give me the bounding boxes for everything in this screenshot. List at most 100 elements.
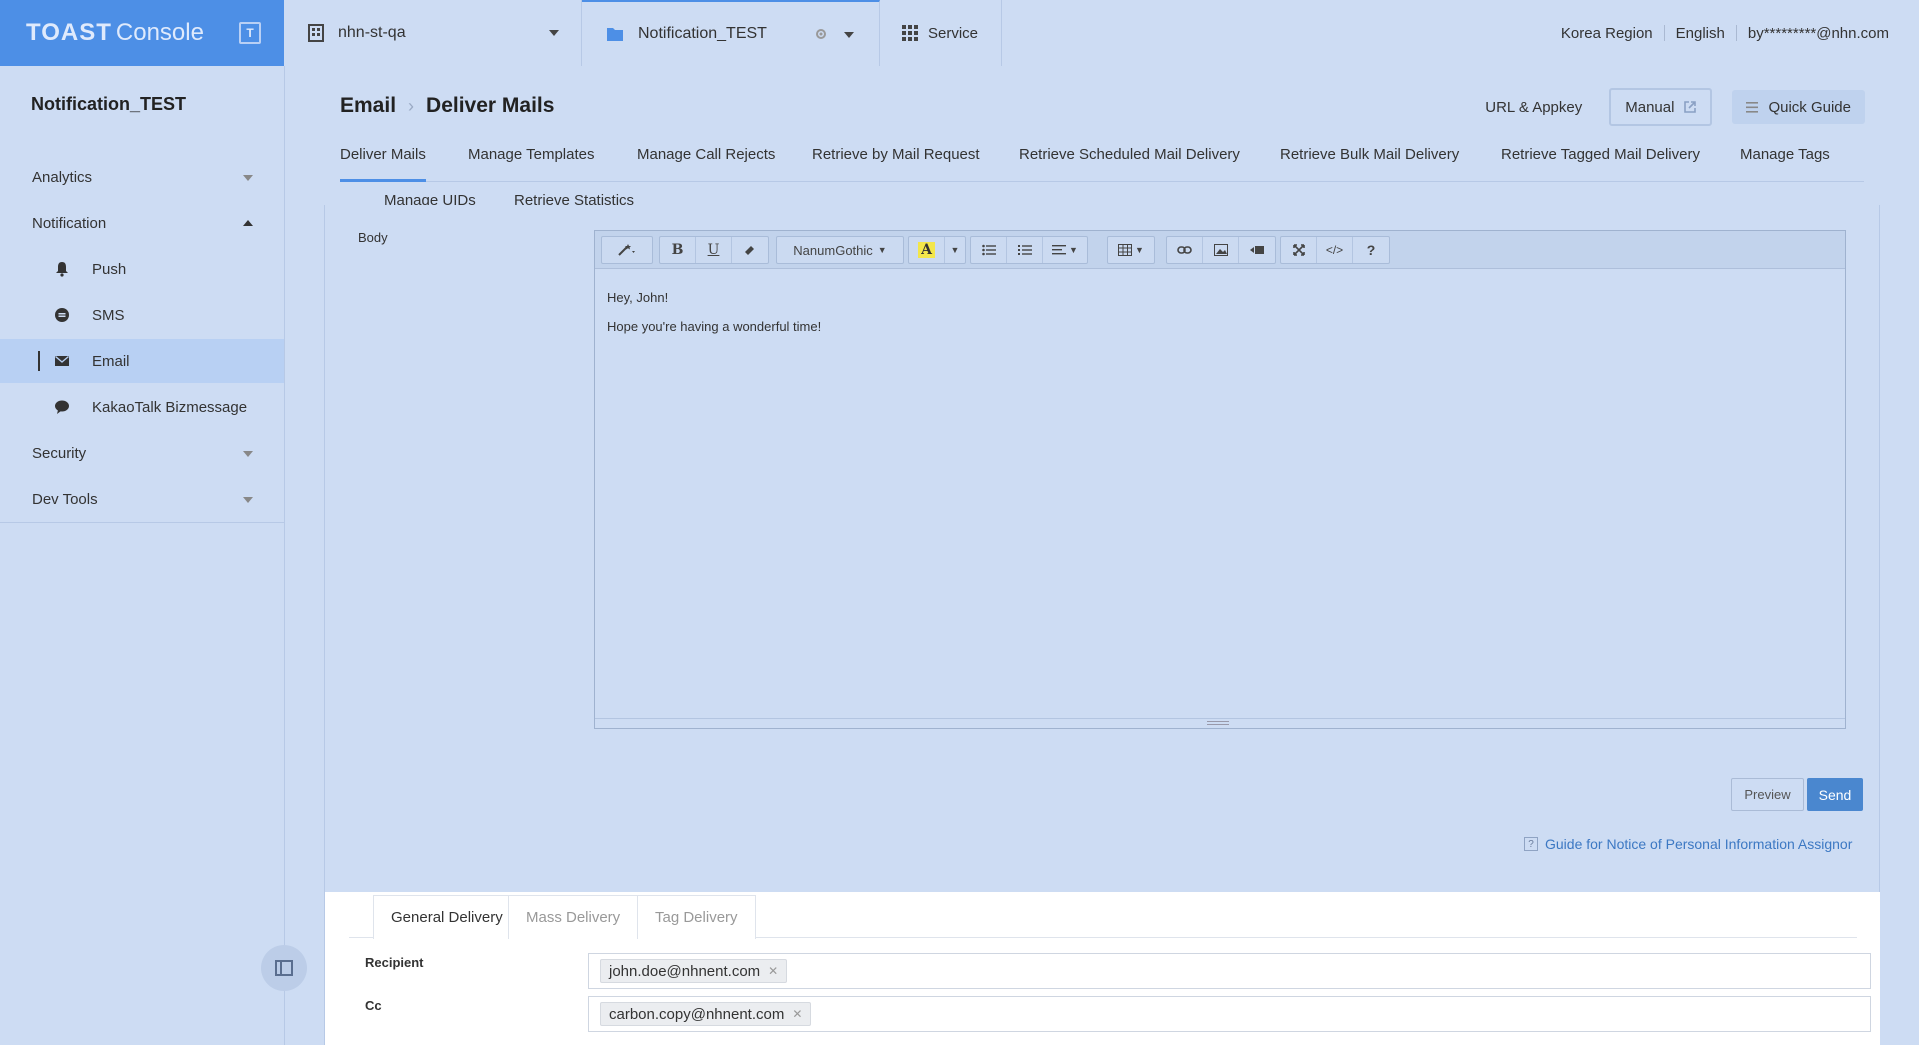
cc-chip: carbon.copy@nhnent.com ✕ xyxy=(600,1002,812,1026)
service-label: Service xyxy=(928,24,979,42)
preview-button[interactable]: Preview xyxy=(1731,778,1804,811)
recipient-input[interactable]: john.doe@nhnent.com ✕ xyxy=(588,953,1871,989)
language-selector[interactable]: English xyxy=(1676,25,1725,42)
link-icon[interactable] xyxy=(1167,237,1203,263)
delivery-section: General Delivery Mass Delivery Tag Deliv… xyxy=(324,892,1880,1045)
magic-wand-icon xyxy=(618,244,635,256)
magic-style-button[interactable] xyxy=(602,237,652,263)
bell-icon xyxy=(56,262,68,277)
text-color-button[interactable]: A xyxy=(909,237,945,263)
table-group: ▼ xyxy=(1107,236,1155,264)
top-right-menu: Korea Region English by*********@nhn.com xyxy=(1561,0,1889,66)
active-indicator xyxy=(38,351,40,371)
underline-button[interactable]: U xyxy=(696,237,732,263)
page-title: Deliver Mails xyxy=(426,94,555,117)
remove-icon[interactable]: ✕ xyxy=(792,1007,802,1021)
color-dropdown-button[interactable]: ▼ xyxy=(945,237,965,263)
editor-toolbar: B U NanumGothic ▼ A ▼ ▼ ▼ </> ? xyxy=(595,231,1845,269)
sidebar-item-notification[interactable]: Notification xyxy=(0,201,284,245)
sidebar-item-sms[interactable]: SMS xyxy=(0,293,284,337)
chevron-down-icon xyxy=(549,30,559,36)
url-appkey-link[interactable]: URL & Appkey xyxy=(1485,99,1582,116)
quick-guide-button[interactable]: Quick Guide xyxy=(1732,90,1865,124)
sidebar-item-label: KakaoTalk Bizmessage xyxy=(92,398,248,416)
help-icon: ? xyxy=(1524,837,1538,851)
highlight-a-icon: A xyxy=(918,242,935,258)
recipient-label: Recipient xyxy=(365,955,424,970)
code-view-icon[interactable]: </> xyxy=(1317,237,1353,263)
image-icon[interactable] xyxy=(1203,237,1239,263)
table-insert-button[interactable]: ▼ xyxy=(1108,237,1154,263)
bold-button[interactable]: B xyxy=(660,237,696,263)
tab-manage-call-rejects[interactable]: Manage Call Rejects xyxy=(637,146,775,182)
cc-input[interactable]: carbon.copy@nhnent.com ✕ xyxy=(588,996,1871,1032)
brand-logo: TOAST xyxy=(26,19,112,46)
org-switch-icon[interactable]: T xyxy=(239,22,261,44)
message-icon xyxy=(55,308,69,322)
org-selector[interactable]: nhn-st-qa xyxy=(284,0,582,66)
sidebar-item-label: Push xyxy=(92,260,127,278)
sidebar-item-label: Notification xyxy=(32,214,107,232)
top-bar: TOAST Console T nhn-st-qa Notification_T… xyxy=(0,0,1919,66)
chevron-down-icon xyxy=(243,497,253,503)
align-dropdown-button[interactable]: ▼ xyxy=(1043,237,1087,263)
font-group: NanumGothic ▼ xyxy=(776,236,904,264)
tab-retrieve-scheduled[interactable]: Retrieve Scheduled Mail Delivery xyxy=(1019,146,1240,182)
manual-button[interactable]: Manual xyxy=(1609,88,1713,126)
sidebar-item-email[interactable]: Email xyxy=(0,339,284,383)
remove-icon[interactable]: ✕ xyxy=(768,964,778,978)
chevron-right-icon: › xyxy=(408,95,415,116)
sidebar-collapse-button[interactable] xyxy=(261,945,307,991)
table-icon xyxy=(1118,244,1133,256)
brand[interactable]: TOAST Console T xyxy=(0,0,284,66)
tab-retrieve-tagged[interactable]: Retrieve Tagged Mail Delivery xyxy=(1501,146,1700,182)
sidebar-item-dev-tools[interactable]: Dev Tools xyxy=(0,477,284,521)
sidebar-item-label: Analytics xyxy=(32,168,93,186)
cc-label: Cc xyxy=(365,998,382,1013)
guide-link[interactable]: ? Guide for Notice of Personal Informati… xyxy=(1524,836,1852,852)
chat-bubble-icon xyxy=(55,400,69,414)
brand-console: Console xyxy=(115,19,204,46)
sidebar-item-kakaotalk[interactable]: KakaoTalk Bizmessage xyxy=(0,385,284,429)
sidebar-item-analytics[interactable]: Analytics xyxy=(0,155,284,199)
tab-tag-delivery[interactable]: Tag Delivery xyxy=(637,895,756,939)
fullscreen-icon[interactable] xyxy=(1281,237,1317,263)
sidebar-item-security[interactable]: Security xyxy=(0,431,284,475)
help-icon[interactable]: ? xyxy=(1353,237,1389,263)
send-button[interactable]: Send xyxy=(1807,778,1863,811)
chip-label: john.doe@nhnent.com xyxy=(609,962,761,980)
editor-resize-handle[interactable] xyxy=(595,718,1845,728)
tab-manage-tags[interactable]: Manage Tags xyxy=(1740,146,1830,182)
chevron-up-icon xyxy=(243,220,253,226)
tab-retrieve-by-mail-request[interactable]: Retrieve by Mail Request xyxy=(812,146,980,182)
bullet-list-icon[interactable] xyxy=(971,237,1007,263)
sidebar-item-push[interactable]: Push xyxy=(0,247,284,291)
service-menu[interactable]: Service xyxy=(880,0,1002,66)
tab-general-delivery[interactable]: General Delivery xyxy=(373,895,521,939)
breadcrumb-root[interactable]: Email xyxy=(340,94,396,118)
numbered-list-icon[interactable] xyxy=(1007,237,1043,263)
breadcrumb: Email › Deliver Mails xyxy=(340,94,554,118)
panel-collapse-icon xyxy=(275,960,293,976)
body-line: Hope you're having a wonderful time! xyxy=(607,319,822,334)
font-family-select[interactable]: NanumGothic ▼ xyxy=(777,237,903,263)
eraser-icon[interactable] xyxy=(732,237,768,263)
tab-deliver-mails[interactable]: Deliver Mails xyxy=(340,146,426,182)
project-selector[interactable]: Notification_TEST xyxy=(582,0,880,66)
sidebar-project-title: Notification_TEST xyxy=(31,94,187,114)
tab-mass-delivery[interactable]: Mass Delivery xyxy=(508,895,639,939)
tab-retrieve-bulk[interactable]: Retrieve Bulk Mail Delivery xyxy=(1280,146,1459,182)
style-group xyxy=(601,236,653,264)
tab-manage-templates[interactable]: Manage Templates xyxy=(468,146,594,182)
editor-content[interactable]: Hey, John! Hope you're having a wonderfu… xyxy=(607,283,821,341)
chevron-down-icon[interactable] xyxy=(844,32,854,38)
region-selector[interactable]: Korea Region xyxy=(1561,25,1653,42)
sidebar-item-label: SMS xyxy=(92,306,125,324)
list-icon xyxy=(1746,101,1759,113)
chevron-down-icon xyxy=(243,451,253,457)
video-icon[interactable] xyxy=(1239,237,1275,263)
project-name: Notification_TEST xyxy=(638,25,767,42)
guide-link-label: Guide for Notice of Personal Information… xyxy=(1545,836,1853,852)
user-menu[interactable]: by*********@nhn.com xyxy=(1748,25,1889,42)
gear-icon[interactable] xyxy=(814,27,828,41)
